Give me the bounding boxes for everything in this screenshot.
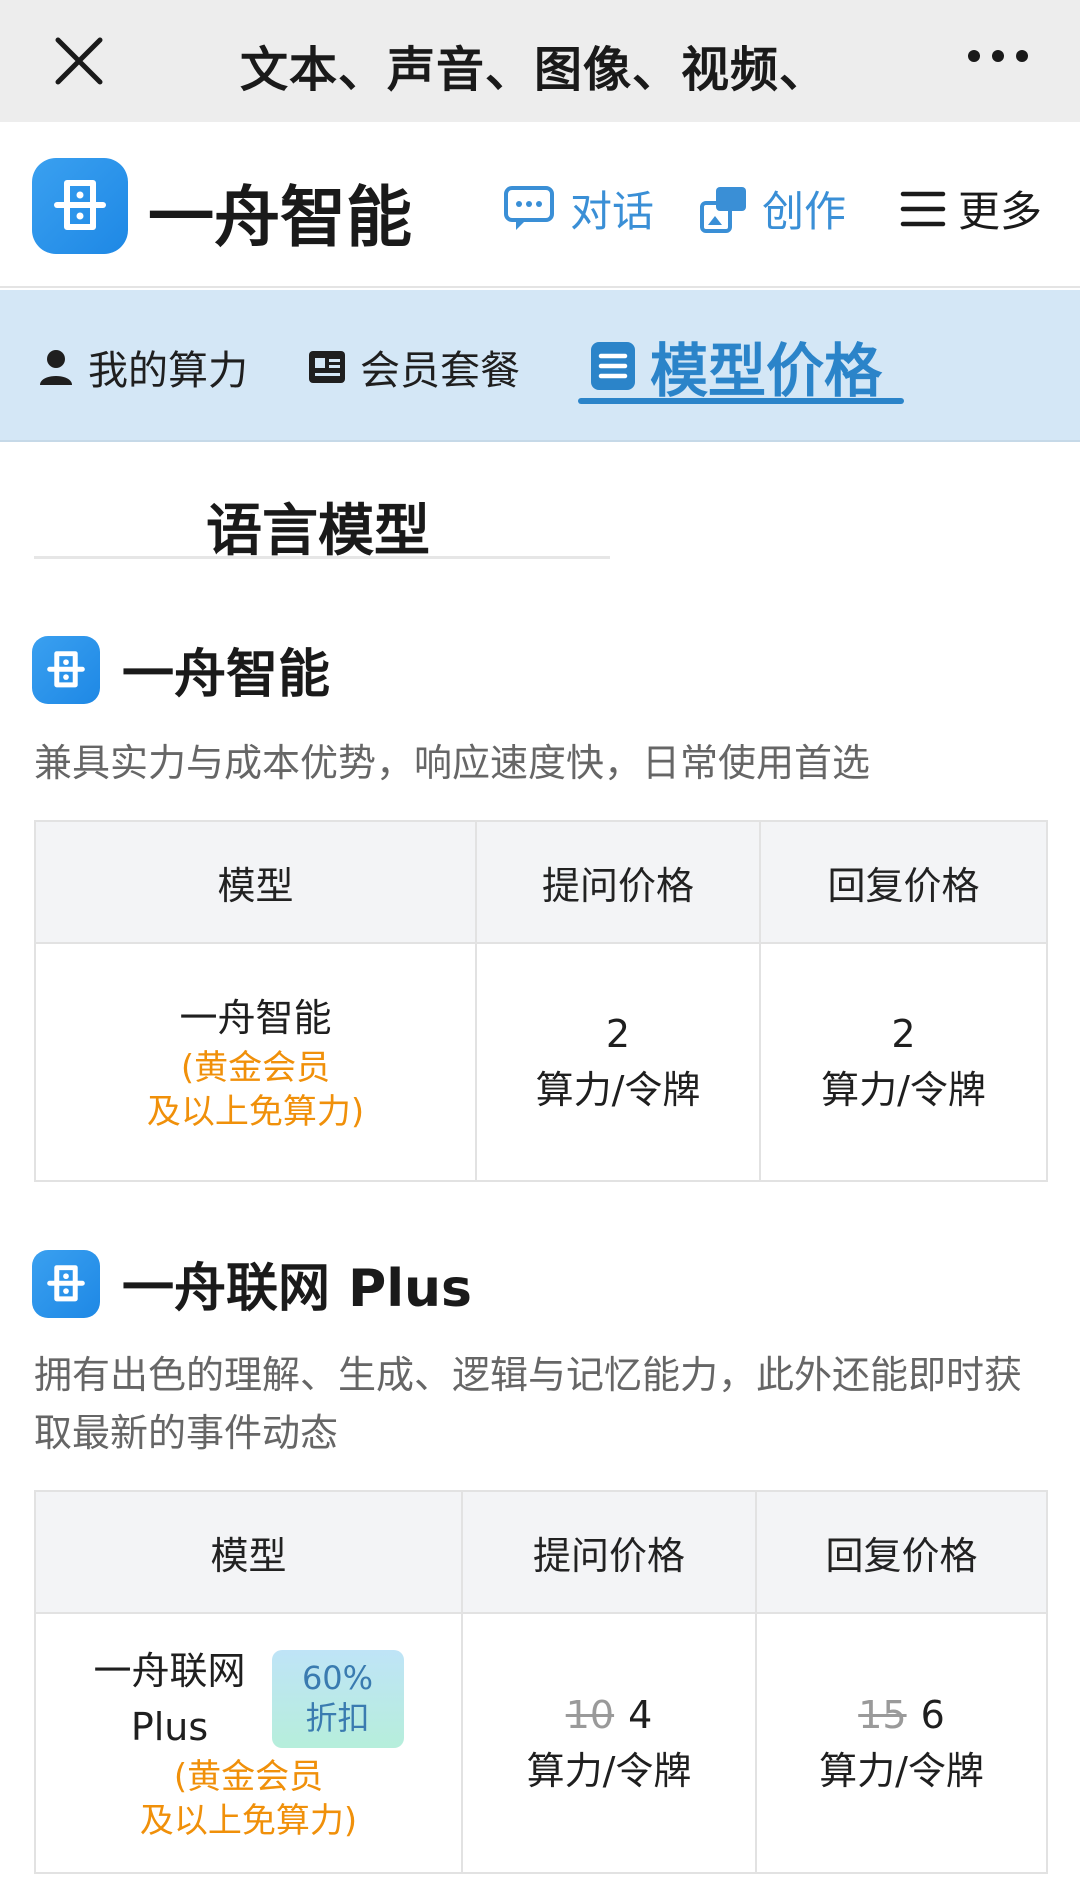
reply-price-value: 2 <box>891 1012 916 1056</box>
model-description: 拥有出色的理解、生成、逻辑与记忆能力，此外还能即时获取最新的事件动态 <box>34 1353 1023 1455</box>
nav-chat[interactable]: 对话 <box>502 178 654 239</box>
close-icon[interactable] <box>52 34 106 88</box>
column-header-ask-price: 提问价格 <box>461 1490 757 1614</box>
free-note-line1: (黄金会员 <box>173 1757 324 1797</box>
reply-price-original: 15 <box>858 1693 907 1737</box>
create-icon <box>700 186 746 233</box>
discount-badge: 60% 折扣 <box>271 1650 404 1748</box>
active-tab-underline <box>578 398 904 404</box>
table-row: 一舟联网 Plus 60% 折扣 (黄金会员 及以上免算力) 10 4 算力/令牌… <box>34 1612 1048 1874</box>
page-title: 文本、声音、图像、视频、 <box>240 42 829 98</box>
model-heading: 一舟智能 <box>32 632 330 707</box>
tab-membership-label: 会员套餐 <box>360 348 520 394</box>
app-logo-icon[interactable] <box>32 158 128 254</box>
nav-create-label: 创作 <box>762 187 847 236</box>
section-divider <box>34 556 610 559</box>
reply-price-unit: 算力/令牌 <box>819 1749 984 1793</box>
tab-model-price-label: 模型价格 <box>650 337 883 405</box>
column-header-reply-price: 回复价格 <box>759 820 1048 944</box>
model-logo-icon <box>32 635 100 704</box>
price-table: 模型 提问价格 回复价格 一舟联网 Plus 60% 折扣 (黄金会员 及以上免… <box>34 1490 1048 1874</box>
top-bar: 文本、声音、图像、视频、 <box>0 0 1080 122</box>
list-icon <box>591 342 635 390</box>
ask-price-cell: 2 算力/令牌 <box>475 942 761 1182</box>
brand-name: 一舟智能 <box>148 179 412 256</box>
nav-more[interactable]: 更多 <box>900 178 1042 239</box>
model-name: 一舟智能 <box>122 645 331 705</box>
table-row: 一舟智能 (黄金会员 及以上免算力) 2 算力/令牌 2 算力/令牌 <box>34 942 1048 1182</box>
ask-price-unit: 算力/令牌 <box>526 1749 692 1793</box>
model-description: 兼具实力与成本优势，响应速度快，日常使用首选 <box>34 741 871 785</box>
table-header-row: 模型 提问价格 回复价格 <box>34 820 1048 944</box>
ask-price-value: 4 <box>628 1693 653 1737</box>
table-header-row: 模型 提问价格 回复价格 <box>34 1490 1048 1614</box>
discount-badge-line1: 60% <box>301 1659 374 1697</box>
tab-model-price[interactable]: 模型价格 <box>590 324 882 408</box>
nav-create[interactable]: 创作 <box>698 178 846 239</box>
model-cell-name-line1: 一舟联网 <box>93 1649 246 1693</box>
column-header-model: 模型 <box>34 820 477 944</box>
model-cell: 一舟智能 (黄金会员 及以上免算力) <box>34 942 477 1182</box>
model-heading: 一舟联网 Plus <box>32 1246 472 1321</box>
nav-more-label: 更多 <box>958 187 1043 236</box>
more-dots-icon[interactable] <box>968 50 1028 62</box>
reply-price-value: 6 <box>920 1693 945 1737</box>
model-name: 一舟联网 Plus <box>122 1259 473 1319</box>
menu-icon <box>900 191 946 226</box>
column-header-ask-price: 提问价格 <box>475 820 761 944</box>
reply-price-cell: 2 算力/令牌 <box>759 942 1048 1182</box>
app-header: 一舟智能 对话 创作 更多 <box>0 122 1080 288</box>
ask-price-value: 2 <box>605 1012 631 1056</box>
model-logo-icon <box>32 1249 100 1318</box>
model-cell-top: 一舟联网 Plus 60% 折扣 <box>36 1643 461 1755</box>
model-cell: 一舟联网 Plus 60% 折扣 (黄金会员 及以上免算力) <box>34 1612 463 1874</box>
ask-price-original: 10 <box>565 1693 615 1737</box>
sub-tab-bar: 我的算力 会员套餐 模型价格 <box>0 290 1080 442</box>
ask-price-unit: 算力/令牌 <box>535 1068 701 1112</box>
model-cell-name: 一舟联网 Plus <box>93 1643 245 1755</box>
reply-price-unit: 算力/令牌 <box>821 1068 986 1112</box>
chat-icon <box>504 185 554 230</box>
nav-chat-label: 对话 <box>570 187 655 236</box>
column-header-reply-price: 回复价格 <box>755 1490 1048 1614</box>
price-table: 模型 提问价格 回复价格 一舟智能 (黄金会员 及以上免算力) 2 算力/令牌 … <box>34 820 1048 1182</box>
discount-badge-line2: 折扣 <box>305 1699 370 1737</box>
user-icon <box>40 350 72 385</box>
free-note-line2: 及以上免算力) <box>139 1801 358 1841</box>
model-cell-name: 一舟智能 <box>179 996 332 1040</box>
model-cell-name-line2: Plus <box>130 1705 209 1749</box>
free-note-line1: (黄金会员 <box>180 1048 331 1088</box>
tab-my-power[interactable]: 我的算力 <box>38 338 248 396</box>
section-title: 语言模型 <box>206 499 430 564</box>
column-header-model: 模型 <box>34 1490 463 1614</box>
card-icon <box>309 351 345 383</box>
tab-membership[interactable]: 会员套餐 <box>308 338 520 396</box>
ask-price-cell: 10 4 算力/令牌 <box>461 1612 757 1874</box>
tab-my-power-label: 我的算力 <box>88 348 248 394</box>
free-note-line2: 及以上免算力) <box>146 1092 365 1132</box>
reply-price-cell: 15 6 算力/令牌 <box>755 1612 1048 1874</box>
